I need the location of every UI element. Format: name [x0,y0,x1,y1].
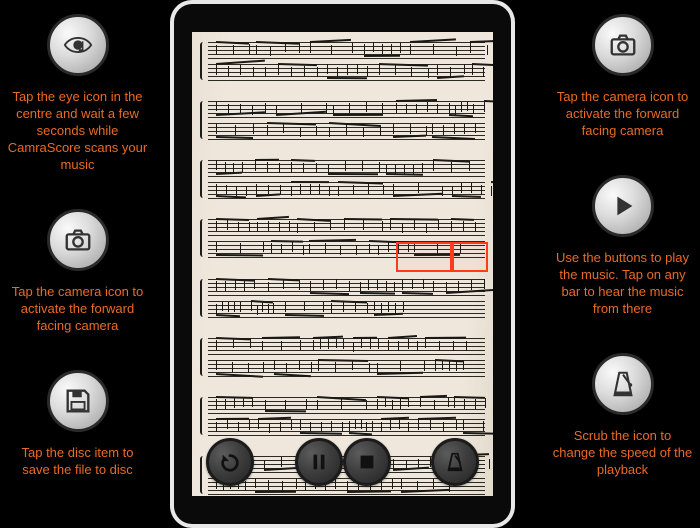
stop-button[interactable] [343,438,391,486]
disc-icon [47,370,109,432]
metronome-icon [592,353,654,415]
instruction-text: Scrub the icon to change the speed of th… [545,427,700,478]
tablet-screen [192,32,493,496]
stop-icon [356,451,378,473]
tablet-outer-bezel [170,0,515,528]
staff-system[interactable] [204,101,485,139]
metronome-button[interactable] [431,438,479,486]
highlighted-bar[interactable] [396,242,452,272]
instruction-text: Tap the disc item to save the file to di… [0,444,155,478]
highlighted-bar[interactable] [452,242,488,272]
camera-icon [592,14,654,76]
staff-system[interactable] [204,397,485,435]
metronome-icon [444,451,466,473]
tablet-inner-bezel [174,4,511,524]
eye-icon [47,14,109,76]
instruction-text: Tap the eye icon in the centre and wait … [0,88,155,173]
play-icon [592,175,654,237]
playback-controls [192,438,493,486]
pause-button[interactable] [295,438,343,486]
pause-icon [308,451,330,473]
instruction-text: Use the buttons to play the music. Tap o… [545,249,700,317]
instruction-text: Tap the camera icon to activate the forw… [0,283,155,334]
camera-icon [47,209,109,271]
staff-system[interactable] [204,42,485,80]
staff-system[interactable] [204,160,485,198]
undo-button[interactable] [206,438,254,486]
instructions-left: Tap the eye icon in the centre and wait … [0,14,155,478]
staff-system[interactable] [204,279,485,317]
instruction-text: Tap the camera icon to activate the forw… [545,88,700,139]
staff-system[interactable] [204,338,485,376]
undo-icon [219,451,241,473]
instructions-right: Tap the camera icon to activate the forw… [545,14,700,478]
